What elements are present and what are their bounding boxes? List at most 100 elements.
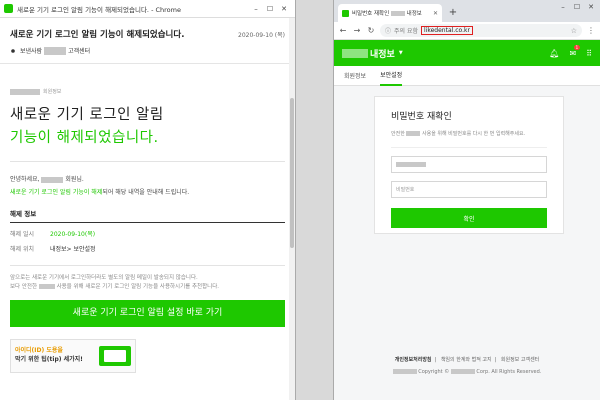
footer-link-legal[interactable]: 책임의 한계와 법적 고지 (441, 357, 492, 363)
url-text: likedental.co.kr (421, 26, 473, 35)
id-field[interactable] (391, 156, 547, 173)
notice-prefix: 보다 안전한 (10, 283, 38, 290)
close-icon[interactable]: ✕ (277, 5, 291, 13)
scrollbar[interactable] (289, 18, 295, 400)
sender-name: 고객센터 (68, 48, 91, 55)
section-title: 해제 정보 (10, 208, 285, 223)
notice-text: 앞으로는 새로운 기기에서 로그인하더라도 별도의 알림 메일이 발송되지 않습… (10, 274, 285, 292)
maximize-icon[interactable]: ☐ (263, 5, 277, 13)
main-content: 비밀번호 재확인 안전한 사용을 위해 비밀번호를 다시 한 번 입력해주세요.… (334, 86, 600, 400)
minimize-icon[interactable]: – (249, 5, 263, 13)
banner-text: 아이디(ID) 도용을 막기 위한 팁(tip) 세가지! (15, 347, 83, 364)
new-tab-button[interactable]: + (446, 6, 460, 20)
intro-rest: 되어 해당 내역을 안내해 드립니다. (102, 189, 190, 196)
tab-title-suffix: 내정보 (406, 11, 422, 17)
header-title: 내정보 (370, 49, 395, 60)
mail-sender: 보낸사람 고객센터 (0, 42, 295, 64)
password-field[interactable]: 비밀번호 (391, 181, 547, 198)
divider (10, 161, 285, 162)
address-bar[interactable]: ⓘ 주의 요함 likedental.co.kr ☆ (380, 24, 582, 37)
notice-suffix: 사용을 위해 새로운 기기 로그인 알림 기능을 사용하시기를 추천합니다. (56, 283, 220, 290)
desc-suffix: 사용을 위해 비밀번호를 다시 한 번 입력해주세요. (422, 131, 526, 137)
redacted-logo (342, 48, 368, 58)
minimize-icon[interactable]: – (556, 3, 570, 11)
notification-badge: 1 (573, 44, 581, 50)
apps-icon[interactable]: ⠿ (586, 49, 592, 58)
id-tips-banner[interactable]: 아이디(ID) 도용을 막기 위한 팁(tip) 세가지! (10, 338, 136, 373)
footer-link-privacy[interactable]: 개인정보처리방침 (395, 357, 432, 363)
tab-security-settings[interactable]: 보안설정 (380, 66, 403, 86)
redacted-text (392, 369, 417, 374)
app-icon (4, 4, 13, 13)
forward-icon[interactable]: → (352, 26, 362, 35)
notice-line2: 보다 안전한 사용을 위해 새로운 기기 로그인 알림 기능을 사용하시기를 추… (10, 283, 285, 292)
laptop-icon (99, 345, 131, 366)
redacted-text (41, 176, 64, 183)
window-title: 새로운 기기 로그인 알림 기능이 해제되었습니다. - Chrome (17, 5, 181, 14)
hero-title-line2: 기능이 해제되었습니다. (10, 130, 159, 146)
close-icon[interactable]: ✕ (584, 3, 598, 11)
info-row: 해제 위치 내정보> 보안설정 (10, 244, 285, 253)
card-description: 안전한 사용을 위해 비밀번호를 다시 한 번 입력해주세요. (391, 130, 547, 137)
browser-tab[interactable]: 비밀번호 재확인 내정보 ✕ (338, 4, 442, 22)
page-tabs: 회원정보 보안설정 (334, 66, 600, 86)
bookmark-icon[interactable]: ☆ (571, 27, 577, 35)
brand-suffix: 회원정보 (43, 89, 62, 95)
greeting: 안녕하세요, 회원님. (10, 174, 285, 183)
intro-highlight: 새로운 기기 로그인 알림 기능이 해제 (10, 189, 103, 196)
close-tab-icon[interactable]: ✕ (433, 10, 438, 17)
browser-window: 비밀번호 재확인 내정보 ✕ + – ☐ ✕ ← → ↻ ⓘ 주의 요함 lik… (333, 0, 600, 400)
divider (391, 147, 547, 148)
footer-link-support[interactable]: 회원정보 고객센터 (501, 357, 539, 363)
password-confirm-card: 비밀번호 재확인 안전한 사용을 위해 비밀번호를 다시 한 번 입력해주세요.… (374, 96, 564, 234)
sender-label: 보낸사람 (20, 48, 43, 55)
info-label: 해제 일시 (10, 231, 34, 238)
chevron-down-icon[interactable]: ▼ (399, 50, 403, 56)
notice-line1: 앞으로는 새로운 기기에서 로그인하더라도 별도의 알림 메일이 발송되지 않습… (10, 275, 198, 281)
copyright-prefix: Copyright © (418, 369, 450, 375)
desc-prefix: 안전한 (391, 131, 405, 137)
window-titlebar: 새로운 기기 로그인 알림 기능이 해제되었습니다. - Chrome – ☐ … (0, 0, 295, 18)
mail-window: 새로운 기기 로그인 알림 기능이 해제되었습니다. - Chrome – ☐ … (0, 0, 296, 400)
banner-line1: 아이디(ID) 도용을 (15, 347, 63, 355)
alert-settings-button[interactable]: 새로운 기기 로그인 알림 설정 바로 가기 (10, 299, 285, 327)
redacted-text (450, 369, 475, 374)
confirm-button[interactable]: 확인 (391, 208, 547, 228)
copyright: Copyright © Corp. All Rights Reserved. (334, 369, 600, 375)
redacted-logo (10, 88, 40, 95)
hero-title-line1: 새로운 기기 로그인 알림 (10, 107, 164, 123)
security-status: 주의 요함 (394, 28, 419, 35)
mail-date: 2020-09-10 (목) (238, 31, 285, 39)
card-title: 비밀번호 재확인 (391, 112, 452, 122)
menu-icon[interactable]: ⋮ (586, 26, 596, 35)
info-row: 해제 일시 2020-09-10(목) (10, 229, 285, 238)
password-placeholder: 비밀번호 (396, 187, 415, 193)
redacted-text (406, 131, 421, 136)
info-label: 해제 위치 (10, 246, 34, 253)
reload-icon[interactable]: ↻ (366, 26, 376, 35)
info-value: 2020-09-10(목) (50, 231, 96, 238)
site-logo[interactable]: 내정보 (342, 47, 395, 60)
favicon-icon (342, 9, 349, 17)
scrollbar-thumb[interactable] (290, 98, 294, 248)
footer: 개인정보처리방침 | 책임의 한계와 법적 고지 | 회원정보 고객센터 Copyr… (334, 356, 600, 375)
greeting-prefix: 안녕하세요, (10, 176, 40, 183)
address-bar-row: ← → ↻ ⓘ 주의 요함 likedental.co.kr ☆ ⋮ (334, 22, 600, 40)
maximize-icon[interactable]: ☐ (570, 3, 584, 11)
footer-links: 개인정보처리방침 | 책임의 한계와 법적 고지 | 회원정보 고객센터 (394, 357, 540, 363)
mail-icon[interactable]: ✉ 1 (569, 44, 581, 58)
back-icon[interactable]: ← (338, 26, 348, 35)
tab-bar: 비밀번호 재확인 내정보 ✕ + – ☐ ✕ (334, 0, 600, 22)
info-value: 내정보> 보안설정 (50, 246, 96, 253)
copyright-suffix: Corp. All Rights Reserved. (476, 369, 542, 375)
brand-row: 회원정보 (10, 88, 285, 95)
intro-text: 새로운 기기 로그인 알림 기능이 해제되어 해당 내역을 안내해 드립니다. (10, 187, 285, 196)
tab-title-text: 비밀번호 재확인 (352, 11, 390, 17)
mail-subject: 새로운 기기 로그인 알림 기능이 해제되었습니다. (10, 30, 185, 40)
bell-icon[interactable]: 🔔︎ (549, 49, 559, 58)
tab-member-info[interactable]: 회원정보 (344, 71, 366, 80)
divider (10, 265, 285, 266)
greeting-suffix: 회원님. (65, 176, 84, 183)
banner-line2: 막기 위한 팁(tip) 세가지! (15, 355, 83, 363)
redacted-text (38, 283, 55, 289)
